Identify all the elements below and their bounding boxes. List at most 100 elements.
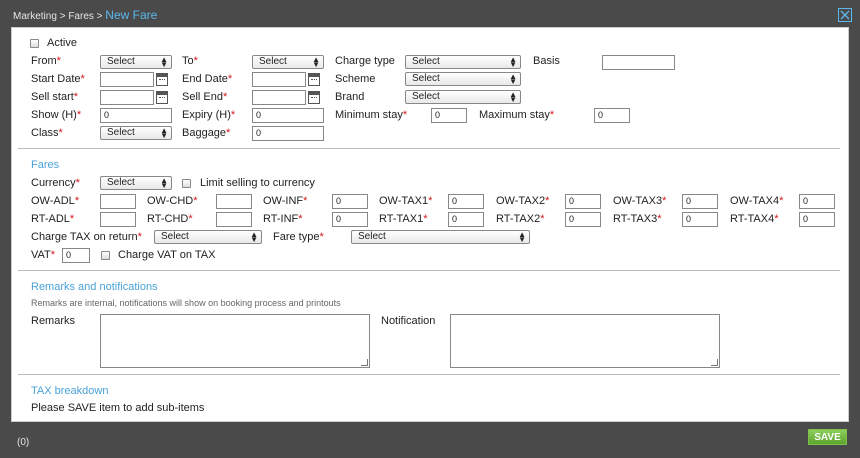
divider [18, 148, 840, 149]
fare-type-label: Fare type* [273, 231, 324, 243]
calendar-icon[interactable] [156, 91, 168, 104]
rt-tax1-label: RT-TAX1* [379, 213, 428, 225]
brand-select[interactable]: Select ▲ ▼ [405, 90, 521, 104]
show-hours-label: Show (H)* [31, 109, 82, 121]
charge-type-select[interactable]: Select ▲ ▼ [405, 55, 521, 69]
rt-inf-label: RT-INF* [263, 213, 303, 225]
charge-tax-return-select[interactable]: Select ▲ ▼ [154, 230, 262, 244]
end-date-label: End Date* [182, 73, 233, 85]
breadcrumb-fares[interactable]: Fares [68, 11, 94, 22]
baggage-label: Baggage* [182, 127, 231, 139]
ow-inf-label: OW-INF* [263, 195, 308, 207]
breadcrumb-marketing[interactable]: Marketing [13, 11, 57, 22]
from-label: From* [31, 55, 61, 67]
tax-breakdown-title: TAX breakdown [31, 385, 109, 397]
end-date-input[interactable] [252, 72, 306, 87]
rt-tax3-label: RT-TAX3* [613, 213, 662, 225]
class-select[interactable]: Select ▲ ▼ [100, 126, 172, 140]
from-select[interactable]: Select ▲ ▼ [100, 55, 172, 69]
sell-start-input[interactable] [100, 90, 154, 105]
remarks-section-title: Remarks and notifications [31, 281, 158, 293]
ow-tax3-input[interactable]: 0 [682, 194, 718, 209]
charge-vat-on-tax-checkbox[interactable] [101, 251, 110, 260]
currency-select[interactable]: Select ▲ ▼ [100, 176, 172, 190]
calendar-icon[interactable] [308, 73, 320, 86]
updown-arrow-icon: ▲ ▼ [160, 126, 168, 140]
sell-end-input[interactable] [252, 90, 306, 105]
ow-tax2-input[interactable]: 0 [565, 194, 601, 209]
ow-tax1-input[interactable]: 0 [448, 194, 484, 209]
ow-chd-input[interactable] [216, 194, 252, 209]
fare-type-select[interactable]: Select ▲ ▼ [351, 230, 530, 244]
to-label: To* [182, 55, 198, 67]
item-count: (0) [17, 437, 30, 448]
ow-tax1-label: OW-TAX1* [379, 195, 433, 207]
maximum-stay-label: Maximum stay* [479, 109, 555, 121]
save-button[interactable]: SAVE [808, 429, 847, 445]
title-bar: Marketing > Fares > New Fare [0, 0, 860, 28]
scheme-select[interactable]: Select ▲ ▼ [405, 72, 521, 86]
basis-label: Basis [533, 55, 560, 67]
divider [18, 374, 840, 375]
updown-arrow-icon: ▲ ▼ [518, 230, 526, 244]
basis-input[interactable] [602, 55, 675, 70]
sell-end-label: Sell End* [182, 91, 228, 103]
calendar-icon[interactable] [156, 73, 168, 86]
rt-adl-input[interactable] [100, 212, 136, 227]
minimum-stay-label: Minimum stay* [335, 109, 408, 121]
rt-adl-label: RT-ADL* [31, 213, 75, 225]
active-label: Active [47, 37, 77, 49]
rt-inf-input[interactable]: 0 [332, 212, 368, 227]
fares-section-title: Fares [31, 159, 60, 171]
updown-arrow-icon: ▲ ▼ [160, 55, 168, 69]
show-hours-input[interactable]: 0 [100, 108, 172, 123]
close-icon[interactable] [838, 8, 852, 22]
ow-chd-label: OW-CHD* [147, 195, 198, 207]
page-title: New Fare [105, 8, 158, 22]
limit-currency-checkbox[interactable] [182, 179, 191, 188]
minimum-stay-input[interactable]: 0 [431, 108, 467, 123]
resize-grip-icon[interactable] [711, 359, 718, 366]
start-date-input[interactable] [100, 72, 154, 87]
ow-inf-input[interactable]: 0 [332, 194, 368, 209]
to-select[interactable]: Select ▲ ▼ [252, 55, 324, 69]
rt-tax4-label: RT-TAX4* [730, 213, 779, 225]
calendar-icon[interactable] [308, 91, 320, 104]
updown-arrow-icon: ▲ ▼ [312, 55, 320, 69]
ow-tax2-label: OW-TAX2* [496, 195, 550, 207]
class-label: Class* [31, 127, 63, 139]
breadcrumb-separator: > [96, 11, 103, 22]
ow-tax4-input[interactable]: 0 [799, 194, 835, 209]
rt-tax2-input[interactable]: 0 [565, 212, 601, 227]
breadcrumb: Marketing > Fares > New Fare [13, 8, 157, 22]
remarks-textarea[interactable] [100, 314, 370, 368]
vat-input[interactable]: 0 [62, 248, 90, 263]
resize-grip-icon[interactable] [361, 359, 368, 366]
fare-form-panel: Active From* Select ▲ ▼ To* Select ▲ ▼ Charg… [11, 27, 849, 422]
updown-arrow-icon: ▲ ▼ [160, 176, 168, 190]
limit-currency-label: Limit selling to currency [200, 177, 315, 189]
notification-textarea[interactable] [450, 314, 720, 368]
maximum-stay-input[interactable]: 0 [594, 108, 630, 123]
ow-adl-label: OW-ADL* [31, 195, 80, 207]
updown-arrow-icon: ▲ ▼ [250, 230, 258, 244]
remarks-note: Remarks are internal, notifications will… [31, 298, 341, 308]
rt-tax4-input[interactable]: 0 [799, 212, 835, 227]
rt-chd-input[interactable] [216, 212, 252, 227]
updown-arrow-icon: ▲ ▼ [509, 90, 517, 104]
charge-tax-return-label: Charge TAX on return* [31, 231, 142, 243]
ow-adl-input[interactable] [100, 194, 136, 209]
footer-bar [0, 422, 860, 458]
updown-arrow-icon: ▲ ▼ [509, 72, 517, 86]
active-checkbox[interactable] [30, 39, 39, 48]
expiry-hours-input[interactable]: 0 [252, 108, 324, 123]
remarks-label: Remarks [31, 315, 76, 327]
updown-arrow-icon: ▲ ▼ [509, 55, 517, 69]
tax-breakdown-message: Please SAVE item to add sub-items [31, 402, 205, 414]
baggage-input[interactable]: 0 [252, 126, 324, 141]
rt-tax2-label: RT-TAX2* [496, 213, 545, 225]
vat-label: VAT* [31, 249, 56, 261]
rt-tax3-input[interactable]: 0 [682, 212, 718, 227]
rt-tax1-input[interactable]: 0 [448, 212, 484, 227]
scheme-label: Scheme [335, 73, 376, 85]
